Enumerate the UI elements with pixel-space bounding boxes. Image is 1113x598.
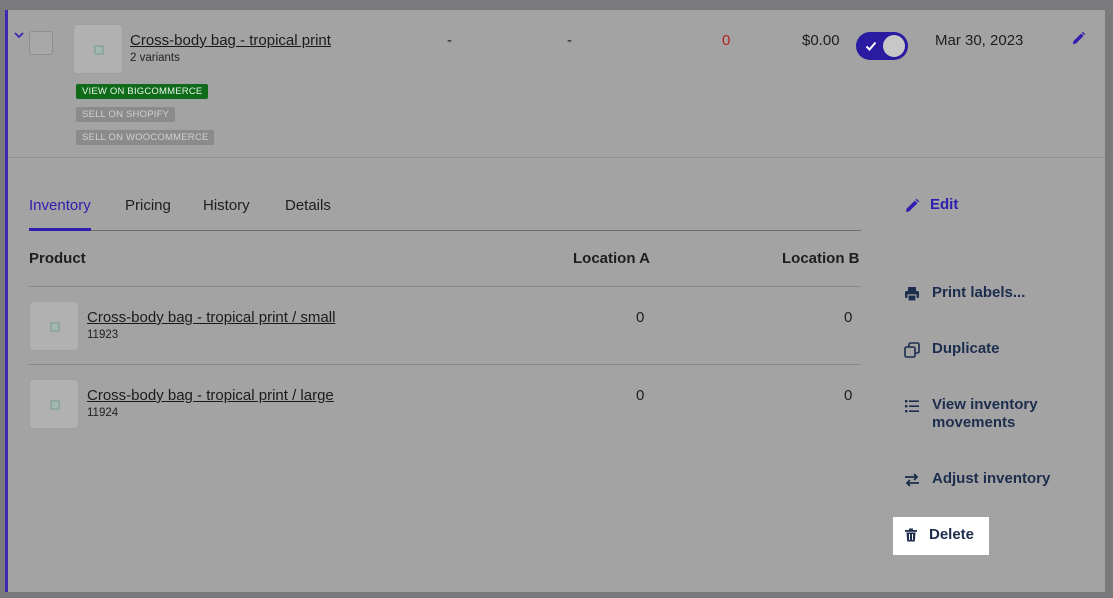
view-movements-label-line2[interactable]: movements (932, 414, 1015, 431)
location-b-qty: 0 (844, 387, 853, 404)
variant-name-link[interactable]: Cross-body bag - tropical print / small (87, 309, 335, 326)
pencil-icon (906, 198, 920, 212)
product-row: Cross-body bag - tropical print 2 varian… (8, 10, 1105, 158)
print-labels-label[interactable]: Print labels... (932, 284, 1025, 301)
toggle-knob (883, 35, 905, 57)
stock-count: 0 (722, 32, 731, 49)
image-placeholder-icon (50, 400, 60, 410)
column-value-2: - (567, 32, 572, 49)
sell-on-shopify-badge[interactable]: SELL ON SHOPIFY (76, 107, 176, 122)
product-row-panel: Cross-body bag - tropical print 2 varian… (5, 10, 1105, 592)
divider (29, 364, 861, 365)
duplicate-label[interactable]: Duplicate (932, 340, 1000, 357)
created-date: Mar 30, 2023 (935, 32, 1024, 49)
duplicate-icon (904, 342, 920, 358)
active-toggle[interactable] (856, 32, 908, 60)
variant-sku: 11924 (87, 407, 119, 419)
printer-icon (905, 287, 919, 302)
variant-sku: 11923 (87, 329, 119, 341)
row-checkbox[interactable] (29, 31, 53, 55)
list-icon (905, 400, 919, 413)
tab-inventory[interactable]: Inventory (29, 197, 91, 231)
adjust-inventory-label[interactable]: Adjust inventory (932, 470, 1050, 487)
variant-name-link[interactable]: Cross-body bag - tropical print / large (87, 387, 334, 404)
view-movements-label-line1[interactable]: View inventory (932, 396, 1038, 413)
column-value-1: - (447, 32, 452, 49)
variants-count: 2 variants (130, 52, 180, 64)
tab-history[interactable]: History (203, 197, 250, 231)
header-location-a: Location A (573, 250, 650, 267)
price: $0.00 (802, 32, 840, 49)
location-a-qty: 0 (636, 387, 645, 404)
product-thumbnail (73, 24, 123, 74)
tab-pricing[interactable]: Pricing (125, 197, 171, 231)
image-placeholder-icon (50, 322, 60, 332)
detail-tabs: Inventory Pricing History Details (29, 195, 861, 231)
exchange-arrows-icon (905, 473, 919, 487)
tab-details[interactable]: Details (285, 197, 331, 231)
delete-label[interactable]: Delete (929, 526, 974, 543)
pencil-icon[interactable] (1071, 31, 1086, 46)
location-a-qty: 0 (636, 309, 645, 326)
check-icon (865, 41, 877, 51)
product-title-link[interactable]: Cross-body bag - tropical print (130, 32, 331, 49)
variant-thumbnail (29, 301, 79, 351)
sell-on-woocommerce-badge[interactable]: SELL ON WOOCOMMERCE (76, 130, 215, 145)
header-location-b: Location B (782, 250, 860, 267)
variant-thumbnail (29, 379, 79, 429)
edit-label[interactable]: Edit (930, 196, 958, 213)
delete-button[interactable]: Delete (893, 517, 989, 555)
chevron-down-icon[interactable] (14, 30, 24, 40)
header-product: Product (29, 250, 86, 267)
image-placeholder-icon (94, 45, 104, 55)
location-b-qty: 0 (844, 309, 853, 326)
trash-icon (905, 528, 917, 542)
divider (29, 286, 861, 287)
view-on-bigcommerce-badge[interactable]: VIEW ON BIGCOMMERCE (76, 84, 209, 99)
